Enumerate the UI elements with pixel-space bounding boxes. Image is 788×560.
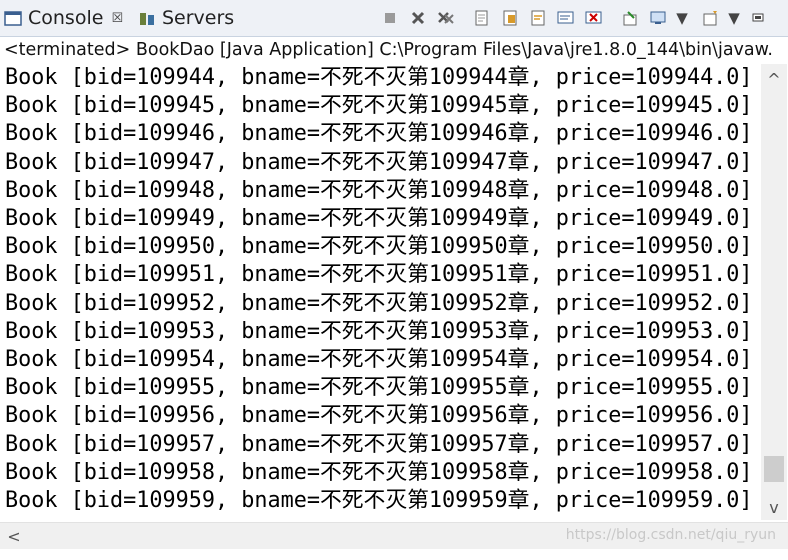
console-line: Book [bid=109946, bname=不死不灭第109946章, pr… <box>5 121 753 147</box>
console-line: Book [bid=109957, bname=不死不灭第109957章, pr… <box>5 431 753 457</box>
pin-console-icon[interactable] <box>620 8 640 28</box>
scroll-thumb[interactable] <box>764 456 784 482</box>
console-line: Book [bid=109958, bname=不死不灭第109958章, pr… <box>5 459 753 485</box>
display-console-icon[interactable] <box>648 8 668 28</box>
console-line: Book [bid=109953, bname=不死不灭第109953章, pr… <box>5 318 753 344</box>
scroll-left-arrow-icon[interactable]: < <box>2 523 26 549</box>
console-line: Book [bid=109951, bname=不死不灭第109951章, pr… <box>5 262 753 288</box>
close-icon[interactable]: ☒ <box>111 11 123 26</box>
scroll-lock-icon[interactable] <box>500 8 520 28</box>
scroll-up-arrow-icon[interactable]: ^ <box>761 66 787 92</box>
view-tab-bar: Console ☒ Servers ▼ ▼ <box>0 0 788 37</box>
console-line: Book [bid=109950, bname=不死不灭第109950章, pr… <box>5 234 753 260</box>
dropdown-icon[interactable]: ▼ <box>676 8 688 28</box>
tab-servers-label: Servers <box>162 7 235 29</box>
show-stderr-icon[interactable] <box>584 8 604 28</box>
show-stdout-icon[interactable] <box>556 8 576 28</box>
console-line: Book [bid=109956, bname=不死不灭第109956章, pr… <box>5 403 753 429</box>
terminate-icon[interactable] <box>380 8 400 28</box>
vertical-scrollbar[interactable]: ^ v <box>761 64 787 520</box>
tab-console[interactable]: Console ☒ <box>4 4 123 32</box>
tab-servers[interactable]: Servers <box>138 4 234 32</box>
console-toolbar: ▼ ▼ <box>376 4 772 32</box>
dropdown-icon[interactable]: ▼ <box>728 8 740 28</box>
remove-all-icon[interactable] <box>436 8 456 28</box>
console-line: Book [bid=109949, bname=不死不灭第109949章, pr… <box>5 206 753 231</box>
console-line: Book [bid=109948, bname=不死不灭第109948章, pr… <box>5 177 753 203</box>
servers-icon <box>138 10 156 26</box>
process-status: <terminated> BookDao [Java Application] … <box>4 40 773 60</box>
horizontal-scrollbar[interactable]: < https://blog.csdn.net/qiu_ryun <box>0 522 788 549</box>
console-line: Book [bid=109952, bname=不死不灭第109952章, pr… <box>5 290 753 316</box>
tab-console-label: Console <box>28 7 104 29</box>
scroll-down-arrow-icon[interactable]: v <box>761 494 787 520</box>
clear-console-icon[interactable] <box>472 8 492 28</box>
open-console-icon[interactable] <box>700 8 720 28</box>
console-line: Book [bid=109959, bname=不死不灭第109959章, pr… <box>5 488 753 513</box>
console-line: Book [bid=109954, bname=不死不灭第109954章, pr… <box>5 347 753 372</box>
console-icon <box>4 10 22 26</box>
console-line: Book [bid=109947, bname=不死不灭第109947章, pr… <box>5 149 753 175</box>
remove-launch-icon[interactable] <box>408 8 428 28</box>
console-output[interactable]: Book [bid=109944, bname=不死不灭第109944章, pr… <box>0 64 760 522</box>
console-line: Book [bid=109955, bname=不死不灭第109955章, pr… <box>5 375 753 401</box>
word-wrap-icon[interactable] <box>528 8 548 28</box>
watermark: https://blog.csdn.net/qiu_ryun <box>565 527 776 543</box>
console-line: Book [bid=109945, bname=不死不灭第109945章, pr… <box>5 93 753 119</box>
minimize-icon[interactable] <box>748 8 768 28</box>
console-line: Book [bid=109944, bname=不死不灭第109944章, pr… <box>5 65 753 90</box>
